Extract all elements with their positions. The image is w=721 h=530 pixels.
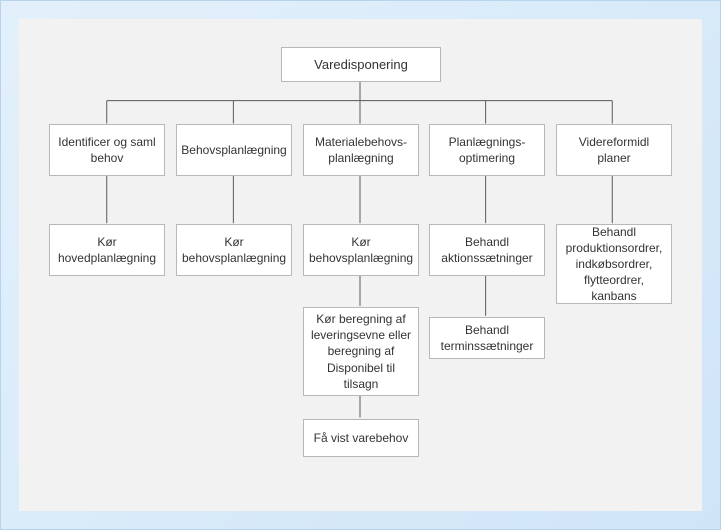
outer-frame: Varedisponering Identificer og saml beho…	[0, 0, 721, 530]
node-col3-heading-label: Planlægnings-optimering	[436, 134, 538, 166]
node-col1-heading-label: Behovsplanlægning	[181, 142, 286, 158]
node-root-label: Varedisponering	[314, 56, 408, 74]
node-col3-step1: Behandl terminssætninger	[429, 317, 545, 359]
node-col2-step2-label: Få vist varebehov	[314, 430, 409, 446]
node-root: Varedisponering	[281, 47, 441, 82]
node-col4-heading-label: Videreformidl planer	[563, 134, 665, 166]
node-col1-step0-label: Kør behovsplanlægning	[182, 234, 286, 266]
node-col4-heading: Videreformidl planer	[556, 124, 672, 176]
node-col0-heading-label: Identificer og saml behov	[56, 134, 158, 166]
node-col2-step1: Kør beregning af leveringsevne eller ber…	[303, 307, 419, 396]
node-col2-step0-label: Kør behovsplanlægning	[309, 234, 413, 266]
node-col2-heading-label: Materialebehovs-planlægning	[310, 134, 412, 166]
node-col1-heading: Behovsplanlægning	[176, 124, 292, 176]
node-col0-step0: Kør hovedplanlægning	[49, 224, 165, 276]
node-col1-step0: Kør behovsplanlægning	[176, 224, 292, 276]
node-col3-step0: Behandl aktionssætninger	[429, 224, 545, 276]
node-col3-step1-label: Behandl terminssætninger	[436, 322, 538, 354]
node-col2-heading: Materialebehovs-planlægning	[303, 124, 419, 176]
node-col0-step0-label: Kør hovedplanlægning	[56, 234, 158, 266]
node-col3-heading: Planlægnings-optimering	[429, 124, 545, 176]
node-col4-step0: Behandl produktionsordrer, indkøbsordrer…	[556, 224, 672, 304]
diagram-canvas: Varedisponering Identificer og saml beho…	[19, 19, 702, 511]
node-col3-step0-label: Behandl aktionssætninger	[436, 234, 538, 266]
node-col0-heading: Identificer og saml behov	[49, 124, 165, 176]
node-col4-step0-label: Behandl produktionsordrer, indkøbsordrer…	[563, 224, 665, 305]
node-col2-step0: Kør behovsplanlægning	[303, 224, 419, 276]
node-col2-step1-label: Kør beregning af leveringsevne eller ber…	[310, 311, 412, 392]
node-col2-step2: Få vist varebehov	[303, 419, 419, 457]
